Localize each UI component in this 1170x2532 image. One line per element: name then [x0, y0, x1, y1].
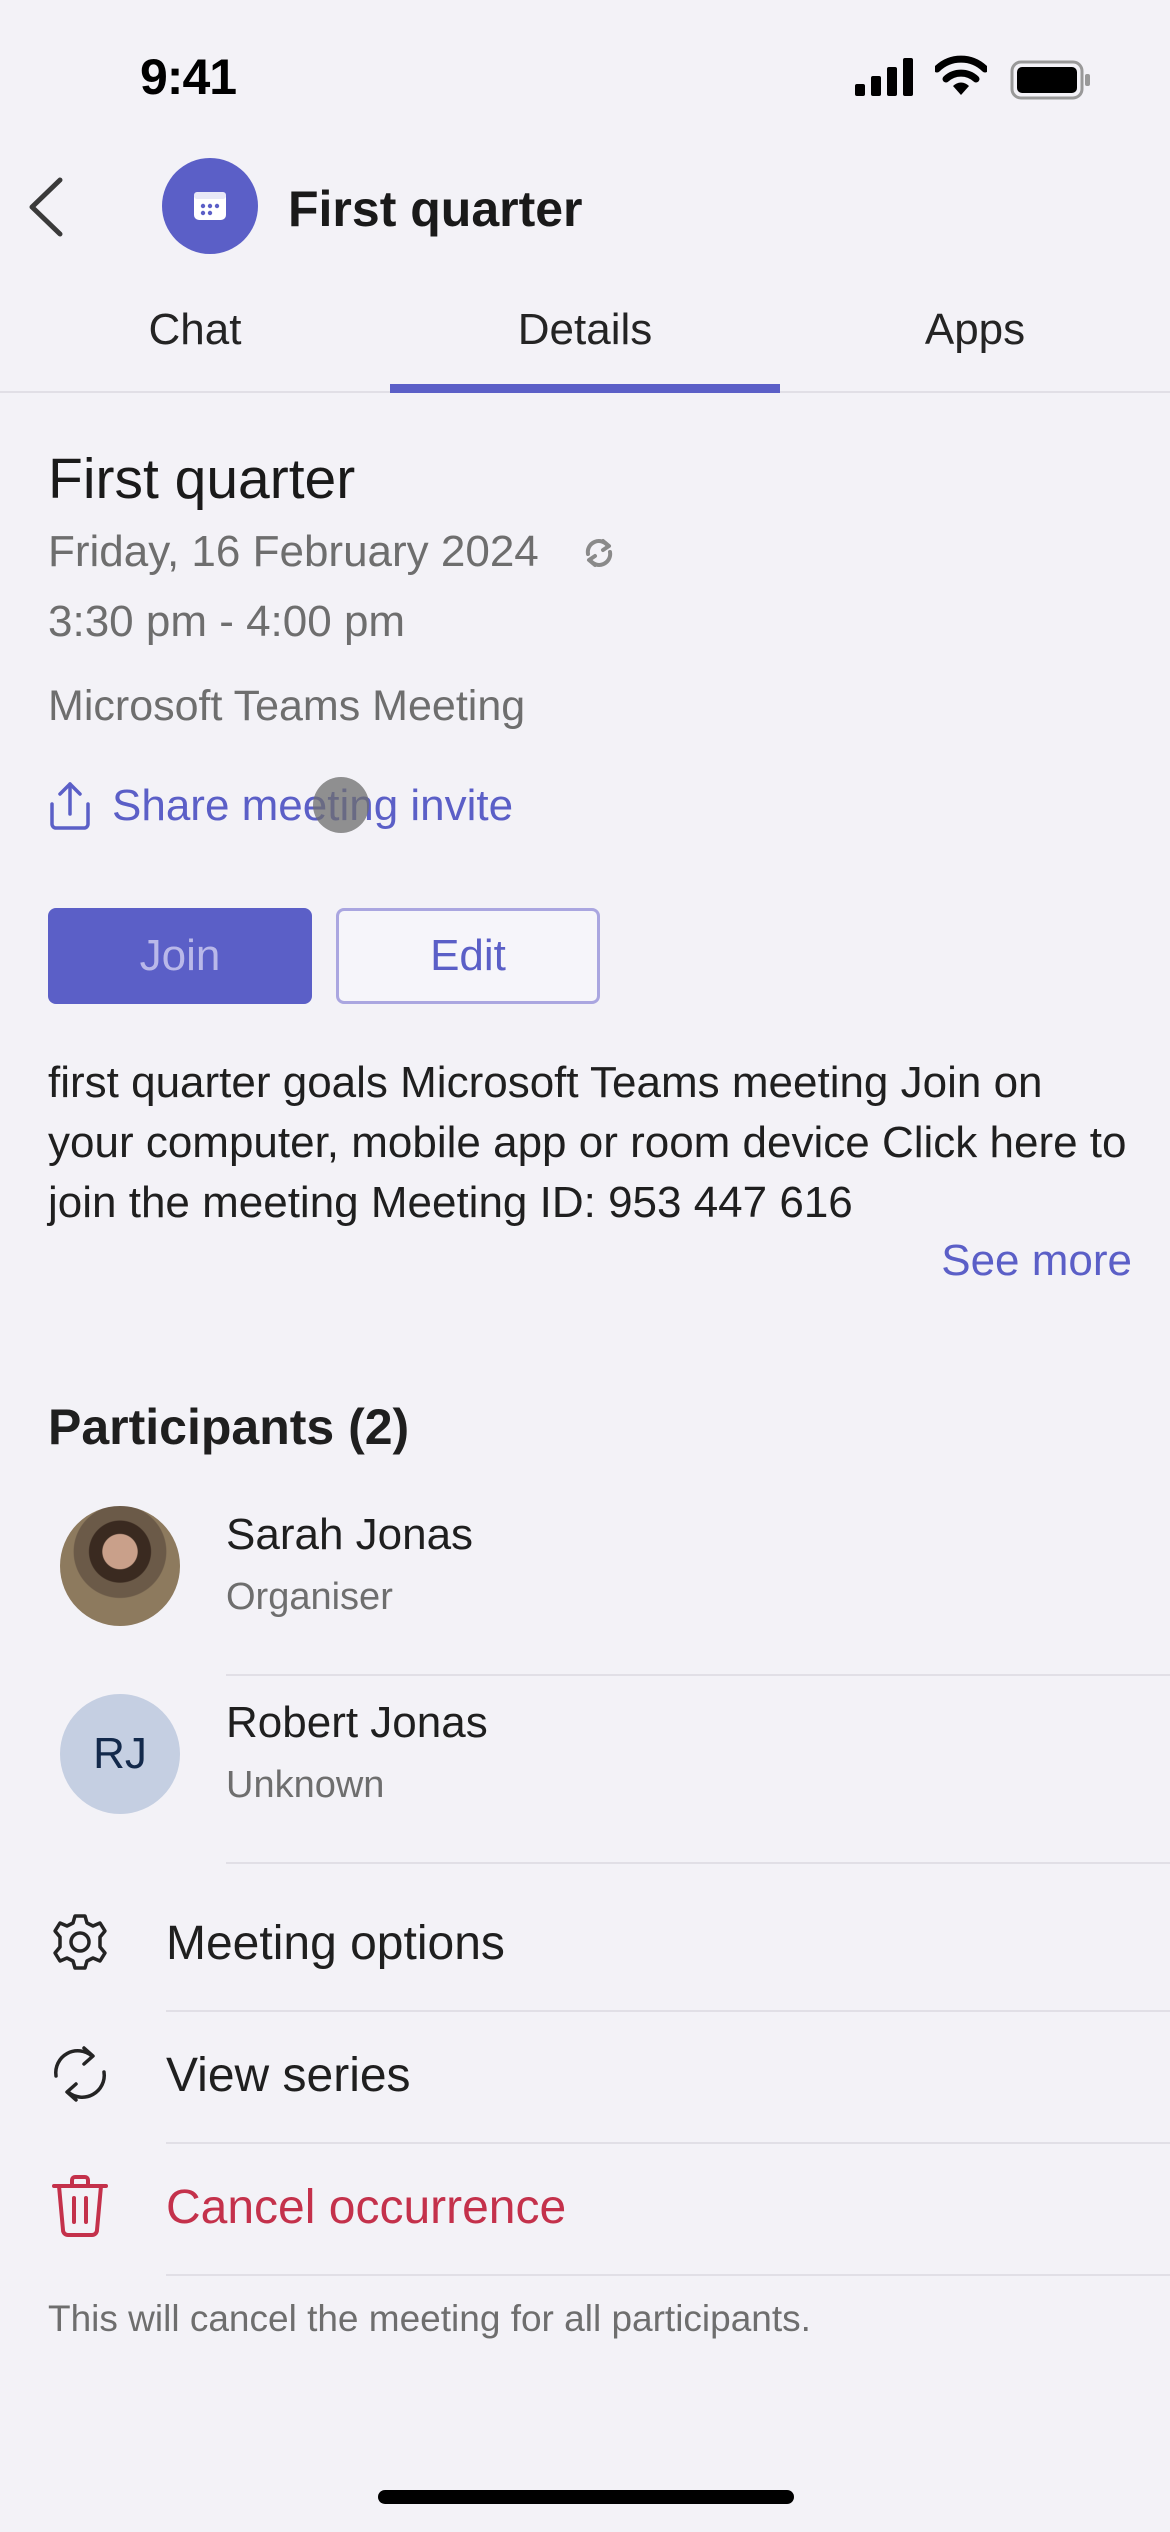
- touch-indicator: [313, 777, 369, 833]
- meeting-title: First quarter: [48, 447, 356, 511]
- share-invite-link[interactable]: Share meeting invite: [48, 780, 513, 832]
- divider: [226, 1862, 1170, 1864]
- cellular-signal-icon: [855, 58, 913, 96]
- back-chevron-icon[interactable]: [22, 176, 70, 238]
- tab-details[interactable]: Details: [390, 305, 780, 355]
- tab-chat[interactable]: Chat: [0, 305, 390, 355]
- divider: [226, 1674, 1170, 1676]
- recurrence-icon: [54, 2046, 106, 2102]
- meeting-options-item[interactable]: Meeting options: [0, 1880, 1170, 2012]
- avatar: RJ: [60, 1694, 180, 1814]
- calendar-icon: [194, 192, 226, 220]
- edit-button[interactable]: Edit: [336, 908, 600, 1004]
- cancel-occurrence-item[interactable]: Cancel occurrence: [0, 2144, 1170, 2276]
- divider: [166, 2274, 1170, 2276]
- status-time: 9:41: [140, 49, 237, 105]
- meeting-type: Microsoft Teams Meeting: [48, 682, 526, 730]
- participant-name: Robert Jonas: [226, 1698, 488, 1747]
- share-icon: [50, 782, 90, 830]
- wifi-icon: [935, 55, 987, 95]
- participant-name: Sarah Jonas: [226, 1510, 474, 1559]
- see-more-link[interactable]: See more: [941, 1236, 1132, 1286]
- avatar: [60, 1506, 180, 1626]
- meeting-description: first quarter goals Microsoft Teams meet…: [48, 1058, 1127, 1227]
- meeting-time: 3:30 pm - 4:00 pm: [48, 597, 406, 646]
- view-series-label: View series: [166, 2049, 411, 2102]
- meeting-avatar: [162, 158, 258, 254]
- home-indicator[interactable]: [378, 2490, 794, 2504]
- cancel-occurrence-label: Cancel occurrence: [166, 2181, 567, 2234]
- participant-row[interactable]: Sarah Jonas Organiser: [0, 1500, 1170, 1688]
- meeting-date: Friday, 16 February 2024: [48, 527, 539, 576]
- meeting-options-label: Meeting options: [166, 1917, 505, 1970]
- tab-apps[interactable]: Apps: [780, 305, 1170, 355]
- participant-row[interactable]: RJ Robert Jonas Unknown: [0, 1688, 1170, 1876]
- view-series-item[interactable]: View series: [0, 2012, 1170, 2144]
- recurrence-icon: [585, 539, 613, 567]
- gear-icon: [53, 1914, 107, 1970]
- cancel-footnote: This will cancel the meeting for all par…: [48, 2298, 811, 2339]
- join-button[interactable]: Join: [48, 908, 312, 1004]
- active-tab-indicator: [390, 384, 780, 393]
- header-title: First quarter: [288, 181, 583, 237]
- participant-role: Organiser: [226, 1576, 393, 1618]
- battery-icon: [1010, 60, 1090, 100]
- participants-heading: Participants (2): [48, 1399, 410, 1455]
- participant-role: Unknown: [226, 1764, 385, 1806]
- trash-icon: [52, 2175, 108, 2237]
